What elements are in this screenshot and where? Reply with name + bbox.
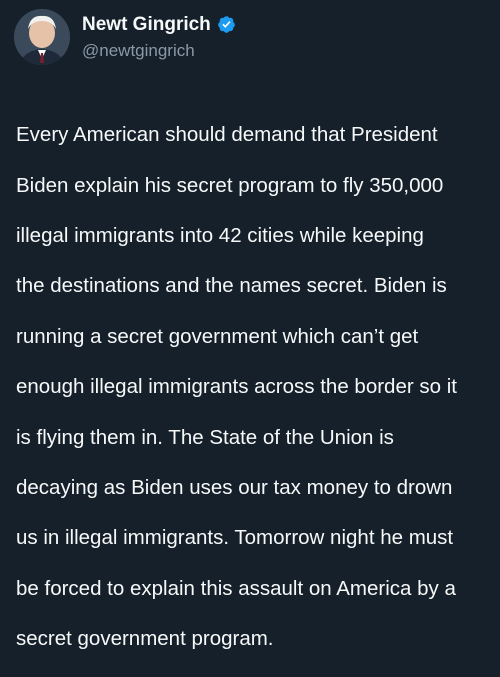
tweet-text-line: be forced to explain this assault on Ame… bbox=[16, 576, 456, 600]
verified-badge-icon bbox=[217, 15, 236, 34]
tweet-header: Newt Gingrich @newtgingrich bbox=[14, 7, 236, 67]
tweet-text: Every American should demand that Presid… bbox=[16, 97, 491, 677]
tweet-text-line: decaying as Biden uses our tax money to … bbox=[16, 476, 453, 500]
tweet-text-line: illegal immigrants into 42 cities while … bbox=[16, 224, 424, 248]
tweet-text-line: secret government program. bbox=[16, 627, 274, 651]
tweet-text-line: Every American should demand that Presid… bbox=[16, 123, 438, 147]
avatar[interactable] bbox=[14, 9, 70, 65]
author-display-name[interactable]: Newt Gingrich bbox=[82, 14, 211, 36]
tweet-card: Newt Gingrich @newtgingrich Every Americ… bbox=[0, 0, 500, 650]
tweet-text-line: the destinations and the names secret. B… bbox=[16, 274, 447, 298]
tweet-text-line: is flying them in. The State of the Unio… bbox=[16, 425, 394, 449]
author-handle[interactable]: @newtgingrich bbox=[82, 40, 236, 61]
avatar-image bbox=[14, 9, 70, 65]
tweet-text-line: Biden explain his secret program to fly … bbox=[16, 173, 444, 197]
tweet-text-line: running a secret government which can’t … bbox=[16, 324, 419, 348]
tweet-text-line: enough illegal immigrants across the bor… bbox=[16, 375, 457, 399]
tweet-text-line: us in illegal immigrants. Tomorrow night… bbox=[16, 526, 454, 550]
author-identity: Newt Gingrich @newtgingrich bbox=[82, 14, 236, 61]
author-name-row: Newt Gingrich bbox=[82, 14, 236, 36]
